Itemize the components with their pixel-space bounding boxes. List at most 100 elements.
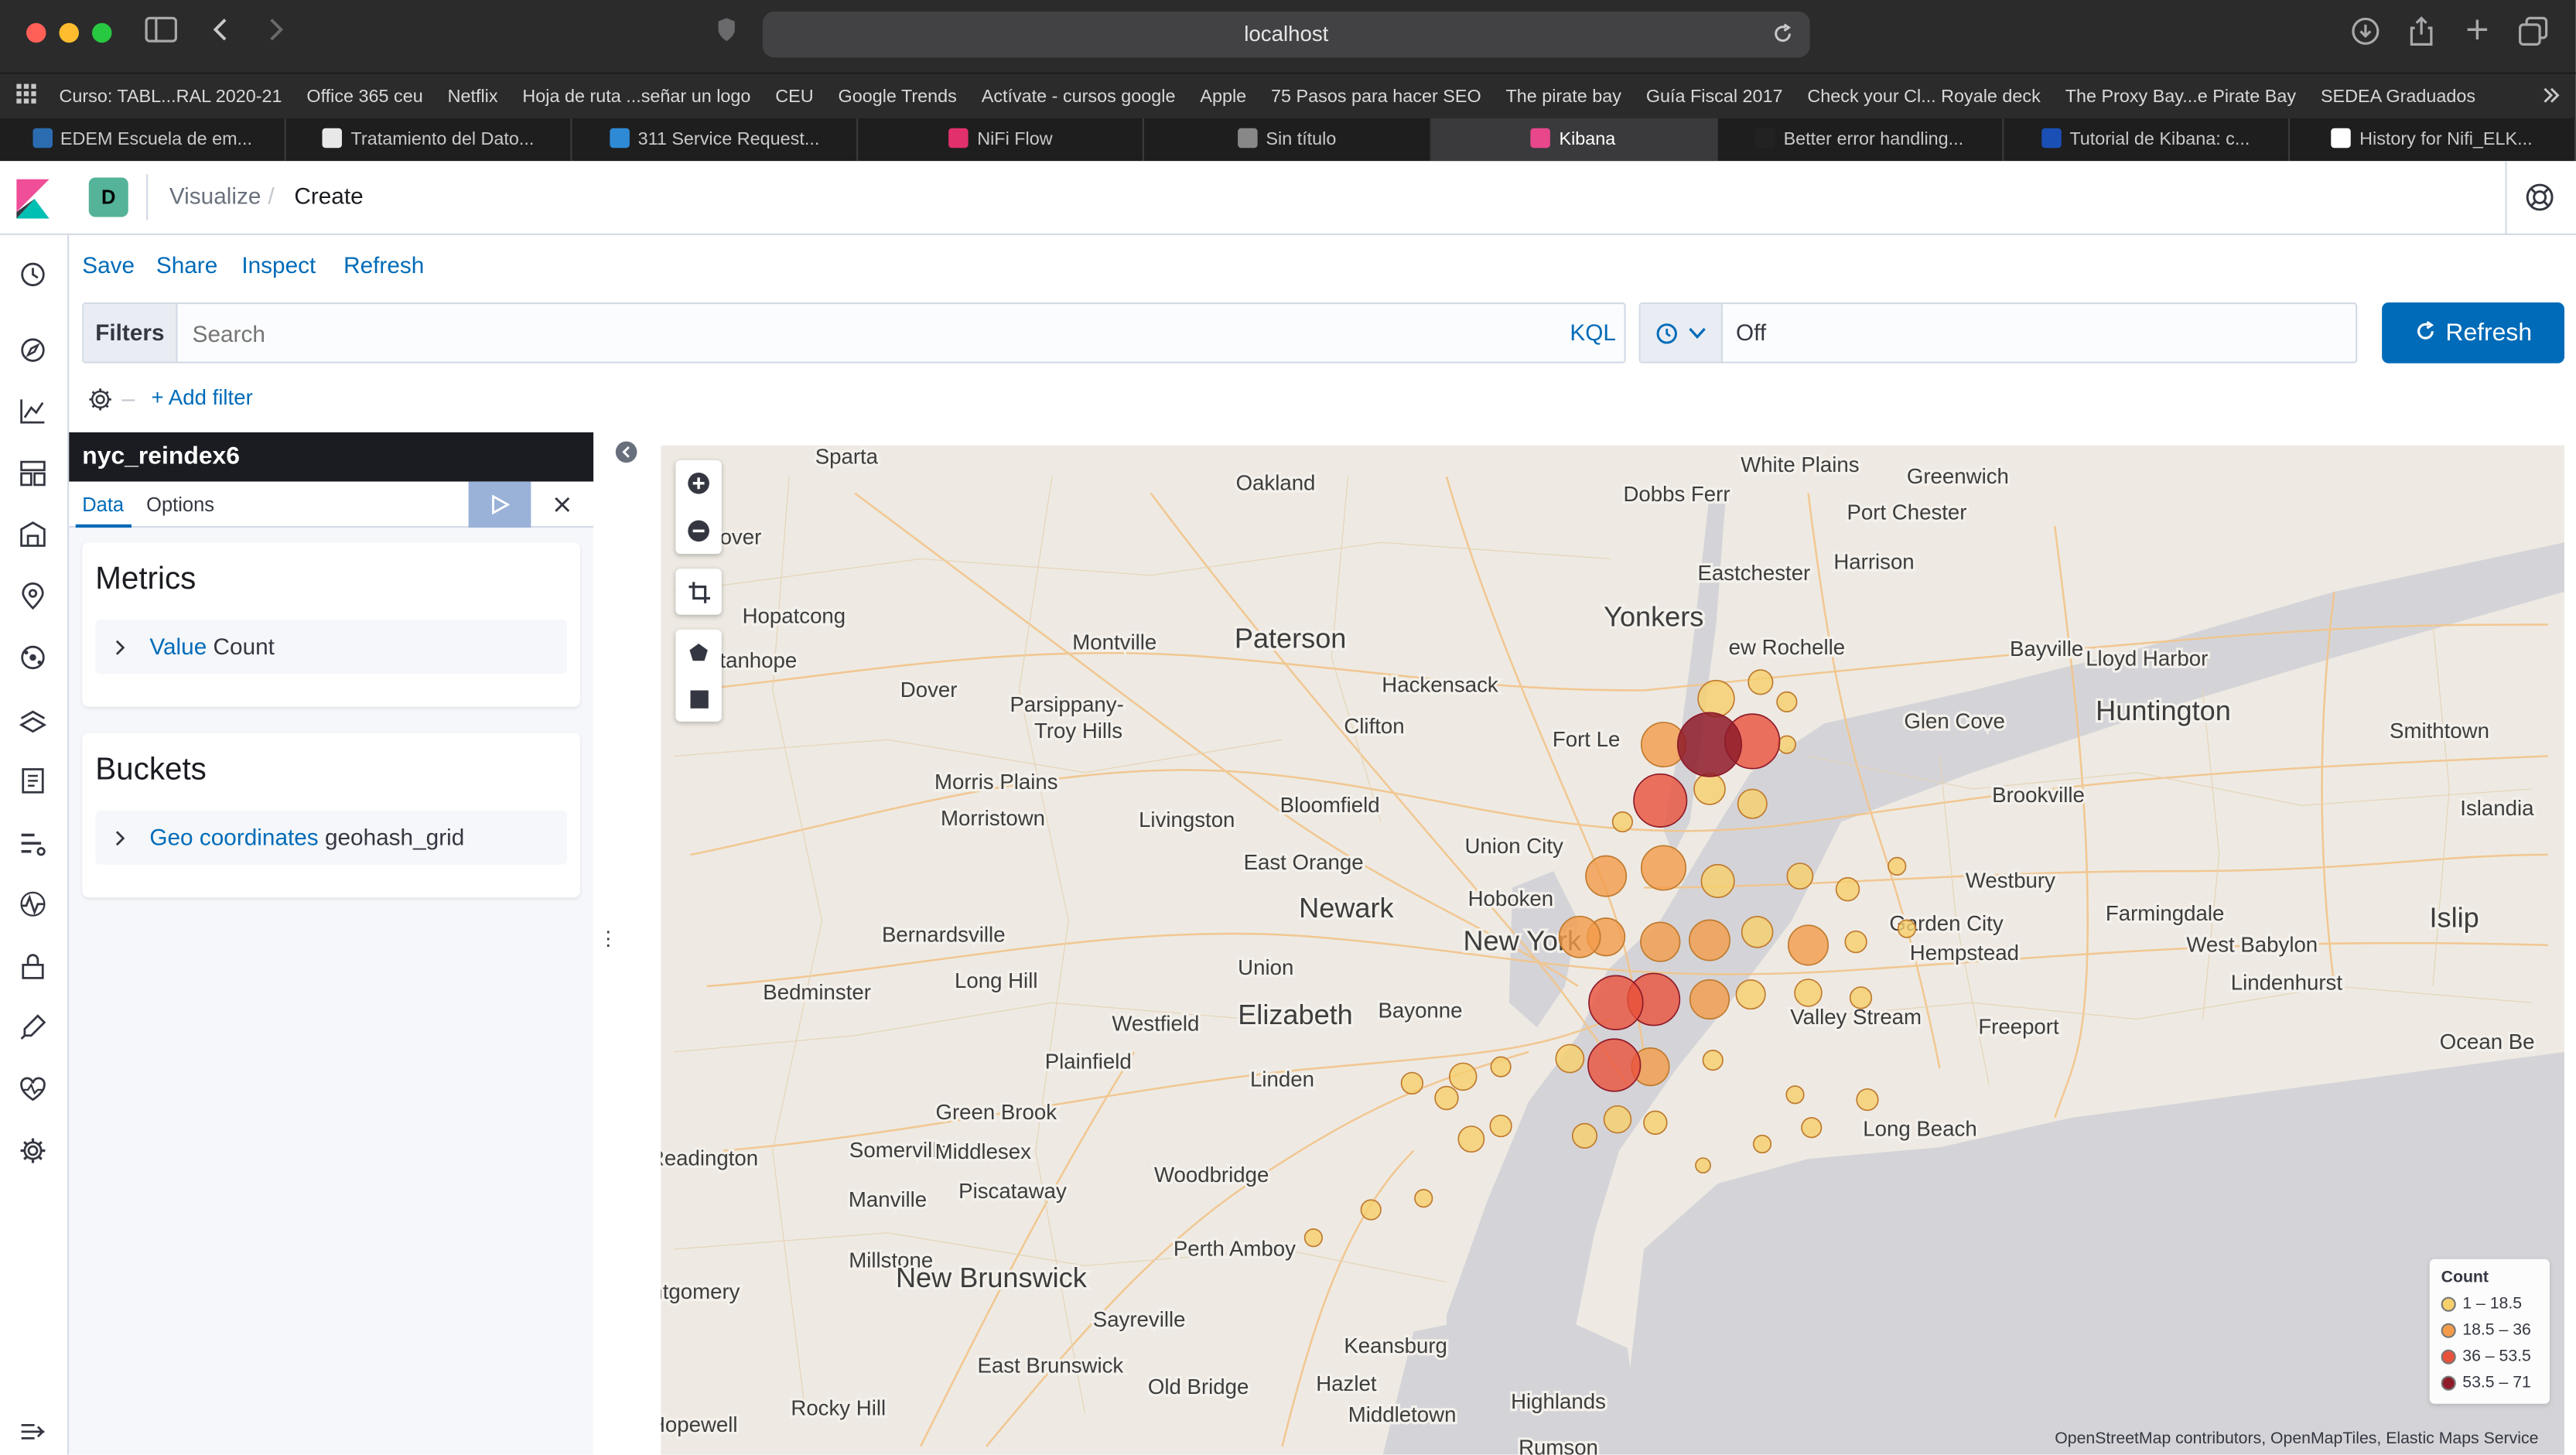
close-window-button[interactable] [26, 22, 46, 43]
geohash-point[interactable] [1702, 1050, 1724, 1071]
address-bar[interactable]: localhost [763, 11, 1810, 58]
browser-tab[interactable]: Tutorial de Kibana: c... [2004, 118, 2290, 162]
geohash-point[interactable] [1448, 1062, 1478, 1091]
geohash-point[interactable] [1555, 1043, 1585, 1074]
reload-icon[interactable] [1772, 12, 1794, 58]
geohash-point[interactable] [1640, 921, 1681, 962]
bookmark[interactable]: Check your Cl... Royale deck [1807, 87, 2040, 107]
geohash-point[interactable] [1693, 773, 1726, 805]
close-icon[interactable] [552, 495, 572, 515]
bookmark[interactable]: Curso: TABL...RAL 2020-21 [60, 87, 282, 107]
visualize-icon[interactable] [18, 396, 47, 425]
map-canvas[interactable]: Sparta Oakland White Plains Greenwich Dobbs … [661, 446, 2564, 1455]
search-input[interactable] [182, 307, 1531, 359]
coordinate-map[interactable]: Sparta Oakland White Plains Greenwich Dobbs … [661, 445, 2564, 1455]
dev-tools-icon[interactable] [18, 1013, 47, 1042]
geohash-point[interactable] [1777, 735, 1796, 754]
apm-icon[interactable] [18, 828, 47, 858]
geohash-point[interactable] [1776, 691, 1798, 712]
zoom-in-icon[interactable] [687, 472, 710, 495]
geohash-point[interactable] [1571, 1122, 1598, 1149]
geohash-point[interactable] [1786, 862, 1814, 890]
geohash-point[interactable] [1603, 1105, 1632, 1134]
refresh-button[interactable]: Refresh [2382, 302, 2564, 364]
geohash-point[interactable] [1697, 679, 1735, 718]
browser-tab[interactable]: Better error handling... [1717, 118, 2004, 162]
quick-menu-button[interactable] [1640, 304, 1723, 362]
geohash-point[interactable] [1856, 1088, 1879, 1112]
browser-tab-active[interactable]: Kibana [1430, 118, 1717, 162]
apps-grid-icon[interactable] [16, 84, 36, 108]
tab-overview-icon[interactable] [2519, 16, 2548, 57]
bookmark[interactable]: Office 365 ceu [306, 87, 422, 107]
fit-bounds-button[interactable] [675, 569, 722, 615]
geohash-point[interactable] [1695, 1157, 1711, 1174]
geohash-point[interactable] [1689, 919, 1730, 961]
filter-settings-gear-icon[interactable] [87, 386, 114, 412]
ml-icon[interactable] [18, 643, 47, 672]
geohash-point[interactable] [1633, 773, 1688, 828]
stack-monitoring-icon[interactable] [18, 1075, 47, 1105]
collapse-nav-icon[interactable] [18, 1417, 47, 1446]
bookmark[interactable]: Netflix [448, 87, 498, 107]
canvas-icon[interactable] [18, 520, 47, 549]
geohash-point[interactable] [1676, 712, 1743, 777]
bookmark[interactable]: SEDEA Graduados [2321, 87, 2475, 107]
downloads-icon[interactable] [2351, 16, 2380, 57]
share-icon[interactable] [2408, 16, 2434, 57]
bookmark[interactable]: Hoja de ruta ...señar un logo [522, 87, 750, 107]
bookmark[interactable]: CEU [775, 87, 813, 107]
bookmark[interactable]: The Proxy Bay...e Pirate Bay [2065, 87, 2296, 107]
discover-icon[interactable] [18, 336, 47, 365]
geohash-point[interactable] [1849, 986, 1873, 1009]
geohash-point[interactable] [1737, 788, 1768, 819]
geohash-point[interactable] [1835, 876, 1860, 902]
kql-toggle[interactable]: KQL [1570, 319, 1616, 345]
geohash-point[interactable] [1752, 1134, 1772, 1154]
geohash-point[interactable] [1785, 1085, 1805, 1105]
infrastructure-icon[interactable] [18, 705, 47, 735]
browser-tab[interactable]: Sin título [1145, 118, 1431, 162]
logs-icon[interactable] [18, 766, 47, 795]
geohash-point[interactable] [1794, 979, 1823, 1007]
save-link[interactable]: Save [82, 251, 135, 278]
browser-tab[interactable]: NiFi Flow [859, 118, 1145, 162]
rectangle-draw-icon[interactable] [689, 689, 708, 709]
geohash-point[interactable] [1844, 930, 1867, 954]
geohash-point[interactable] [1888, 856, 1907, 876]
browser-tab[interactable]: History for Nifi_ELK... [2290, 118, 2576, 162]
refresh-link[interactable]: Refresh [343, 251, 424, 278]
geohash-point[interactable] [1558, 915, 1601, 958]
geohash-point[interactable] [1303, 1228, 1323, 1248]
geohash-point[interactable] [1689, 979, 1730, 1020]
sidebar-toggle-icon[interactable] [145, 16, 178, 54]
add-filter-link[interactable]: + Add filter [152, 384, 253, 409]
back-icon[interactable] [210, 16, 231, 54]
polygon-draw-icon[interactable] [688, 643, 709, 663]
bookmark[interactable]: 75 Pasos para hacer SEO [1271, 87, 1481, 107]
geohash-point[interactable] [1400, 1071, 1424, 1095]
geohash-point[interactable] [1585, 855, 1628, 897]
browser-tab[interactable]: EDEM Escuela de em... [0, 118, 286, 162]
shield-icon[interactable] [717, 16, 737, 54]
geohash-point[interactable] [1489, 1114, 1512, 1138]
geohash-point[interactable] [1457, 1125, 1485, 1153]
management-gear-icon[interactable] [18, 1136, 47, 1165]
chevron-right-icon[interactable] [114, 830, 127, 846]
recently-viewed-icon[interactable] [18, 260, 47, 289]
geohash-point[interactable] [1700, 863, 1735, 899]
maps-icon[interactable] [18, 582, 47, 611]
browser-tab[interactable]: 311 Service Request... [572, 118, 859, 162]
apply-changes-button[interactable] [468, 481, 531, 528]
more-bookmarks-icon[interactable] [2541, 86, 2561, 111]
minimize-window-button[interactable] [59, 22, 79, 43]
filters-label[interactable]: Filters [84, 304, 178, 362]
metric-agg-row[interactable]: Value Count [95, 620, 568, 675]
tab-data[interactable]: Data [82, 494, 124, 517]
uptime-icon[interactable] [18, 890, 47, 919]
bookmark[interactable]: Guía Fiscal 2017 [1646, 87, 1783, 107]
kibana-logo-icon[interactable] [16, 179, 53, 227]
geohash-point[interactable] [1490, 1056, 1512, 1078]
share-link[interactable]: Share [156, 251, 217, 278]
geohash-point[interactable] [1611, 811, 1633, 833]
